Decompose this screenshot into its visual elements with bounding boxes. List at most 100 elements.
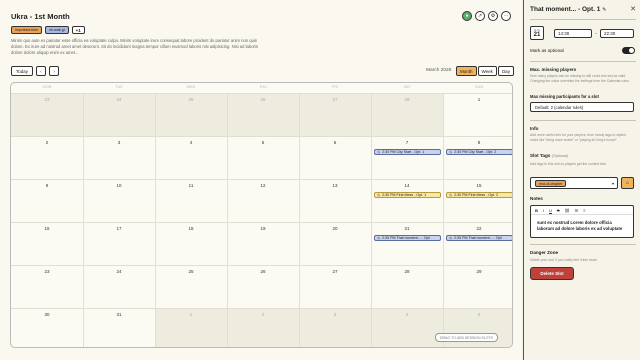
day-cell[interactable]: 25: [155, 266, 227, 309]
session-slot-event[interactable]: ◷ 2:30 PM First Mess - Opt. 1: [374, 192, 441, 198]
view-month-button[interactable]: Month: [456, 66, 477, 76]
prev-button[interactable]: ‹: [36, 66, 47, 76]
day-cell[interactable]: 4: [371, 309, 443, 347]
end-time-input[interactable]: 22:30: [600, 29, 634, 38]
max-missing-select[interactable]: Default: 2 (calendar rules): [530, 102, 634, 112]
day-cell[interactable]: 21 ◷ 2:30 PM That moment... - Opt: [371, 223, 443, 266]
day-cell[interactable]: 28: [371, 94, 443, 137]
day-cell[interactable]: 15 ◷ 2:30 PM First Mess - Opt. 2: [443, 180, 512, 223]
day-cell[interactable]: 9: [11, 180, 83, 223]
day-cell[interactable]: 23: [11, 266, 83, 309]
list-icon[interactable]: ☰: [575, 208, 579, 213]
clock-icon: ◷: [377, 193, 381, 197]
tag-icon[interactable]: ⌂: [621, 177, 634, 189]
day-cell[interactable]: 11: [155, 180, 227, 223]
day-cell[interactable]: 28: [371, 266, 443, 309]
day-cell[interactable]: 13: [299, 180, 371, 223]
month-calendar[interactable]: 23 24 25 26 27 28 1 2 3 4 5 6 7 ◷ 2:30 PM City Start -…: [10, 82, 513, 348]
day-cell[interactable]: 26: [227, 94, 299, 137]
day-cell[interactable]: 30: [11, 309, 83, 347]
notes-editor[interactable]: B I U S ⛓ ☰ ≡ sunt ex nostrud Lorem dolo…: [530, 205, 634, 238]
day-cell[interactable]: 2: [11, 137, 83, 180]
event-label: 2:30 PM That moment... - Opt: [454, 236, 502, 240]
close-icon[interactable]: ✕: [630, 5, 636, 13]
settings-icon[interactable]: ⚙: [488, 11, 498, 21]
today-button[interactable]: Today: [11, 66, 34, 76]
day-cell[interactable]: 2: [227, 309, 299, 347]
day-cell[interactable]: 27: [299, 266, 371, 309]
day-cell[interactable]: 7 ◷ 2:30 PM City Start - Opt. 1: [371, 137, 443, 180]
slot-detail-panel: That moment... - Opt. 1 ✎ ✕ MAR 21 14:30…: [523, 0, 640, 360]
user-icon[interactable]: ●: [462, 11, 472, 21]
day-cell[interactable]: 24: [83, 94, 155, 137]
day-cell[interactable]: 16: [11, 223, 83, 266]
panel-title-text: That moment... - Opt. 1: [530, 6, 601, 13]
week-row: 30 31 1 2 3 4 5: [11, 308, 512, 347]
day-number: 7: [405, 140, 409, 145]
session-slot-event[interactable]: ◷ 2:30 PM That moment... - Opt: [446, 235, 512, 241]
day-cell[interactable]: 10: [83, 180, 155, 223]
add-tag-button[interactable]: +1: [71, 26, 85, 34]
next-button[interactable]: ›: [49, 66, 60, 76]
strike-icon[interactable]: S: [557, 208, 560, 213]
session-slot-event[interactable]: ◷ 2:30 PM That moment... - Opt: [374, 235, 441, 241]
day-cell[interactable]: 8 ◷ 2:30 PM City Start - Opt. 2: [443, 137, 512, 180]
view-day-button[interactable]: Day: [497, 66, 514, 76]
divider: [530, 120, 636, 121]
link-icon[interactable]: ⛓: [565, 208, 570, 213]
notes-text[interactable]: sunt ex nostrud Lorem dolore officia lab…: [537, 220, 629, 232]
date-picker[interactable]: MAR 21: [530, 26, 544, 40]
event-label: 2:30 PM First Mess - Opt. 2: [454, 193, 499, 197]
day-cell[interactable]: 14 ◷ 2:30 PM First Mess - Opt. 1: [371, 180, 443, 223]
view-week-button[interactable]: Week: [477, 66, 497, 76]
slot-tag-chip[interactable]: end-of-chapter: [535, 180, 567, 187]
chevron-down-icon: ▾: [611, 181, 614, 186]
bold-icon[interactable]: B: [535, 208, 538, 213]
day-cell[interactable]: 6: [299, 137, 371, 180]
day-number: 8: [477, 140, 481, 145]
session-slot-event[interactable]: ◷ 2:30 PM First Mess - Opt. 2: [446, 192, 512, 198]
day-cell[interactable]: 1: [443, 94, 512, 137]
day-cell[interactable]: 1: [155, 309, 227, 347]
day-cell[interactable]: 20: [299, 223, 371, 266]
day-cell[interactable]: 22 ◷ 2:30 PM That moment... - Opt: [443, 223, 512, 266]
tag-important-time[interactable]: important-time: [11, 26, 42, 34]
day-cell[interactable]: 24: [83, 266, 155, 309]
day-cell[interactable]: 18: [155, 223, 227, 266]
underline-icon[interactable]: U: [549, 208, 552, 213]
day-number: 1: [189, 312, 193, 317]
pencil-icon[interactable]: ✎: [602, 7, 606, 13]
day-cell[interactable]: 17: [83, 223, 155, 266]
tag-oh-wait[interactable]: oh-wait-gi: [44, 26, 69, 34]
day-cell[interactable]: 31: [83, 309, 155, 347]
day-cell[interactable]: 3: [83, 137, 155, 180]
more-icon[interactable]: ⋯: [501, 11, 511, 21]
day-cell[interactable]: 26: [227, 266, 299, 309]
session-slot-event[interactable]: ◷ 2:30 PM City Start - Opt. 1: [374, 149, 441, 155]
notes-label: Notes: [530, 196, 543, 201]
day-cell[interactable]: 29: [443, 266, 512, 309]
start-time-input[interactable]: 14:30: [554, 29, 592, 38]
day-cell[interactable]: 19: [227, 223, 299, 266]
day-cell[interactable]: 23: [11, 94, 83, 137]
delete-slot-button[interactable]: Delete Slot: [530, 267, 574, 280]
day-number: 1: [477, 97, 481, 102]
day-cell[interactable]: 4: [155, 137, 227, 180]
ordered-list-icon[interactable]: ≡: [583, 208, 585, 213]
day-number: 28: [404, 269, 410, 274]
day-cell[interactable]: 5: [227, 137, 299, 180]
slot-tags-select[interactable]: end-of-chapter ▾: [530, 177, 618, 189]
day-cell[interactable]: 25: [155, 94, 227, 137]
day-cell[interactable]: 27: [299, 94, 371, 137]
slot-tag-label: end-of-chapter: [539, 181, 563, 186]
day-cell[interactable]: 3: [299, 309, 371, 347]
day-number: 23: [44, 97, 50, 102]
drag-hint-button[interactable]: DRAG TO ADD SESSION SLOTS: [435, 333, 498, 342]
share-icon[interactable]: ↗: [475, 11, 485, 21]
day-number: 4: [405, 312, 409, 317]
session-slot-event[interactable]: ◷ 2:30 PM City Start - Opt. 2: [446, 149, 512, 155]
italic-icon[interactable]: I: [543, 208, 544, 213]
day-cell[interactable]: 5: [443, 309, 512, 347]
day-cell[interactable]: 12: [227, 180, 299, 223]
optional-toggle[interactable]: [622, 47, 635, 54]
